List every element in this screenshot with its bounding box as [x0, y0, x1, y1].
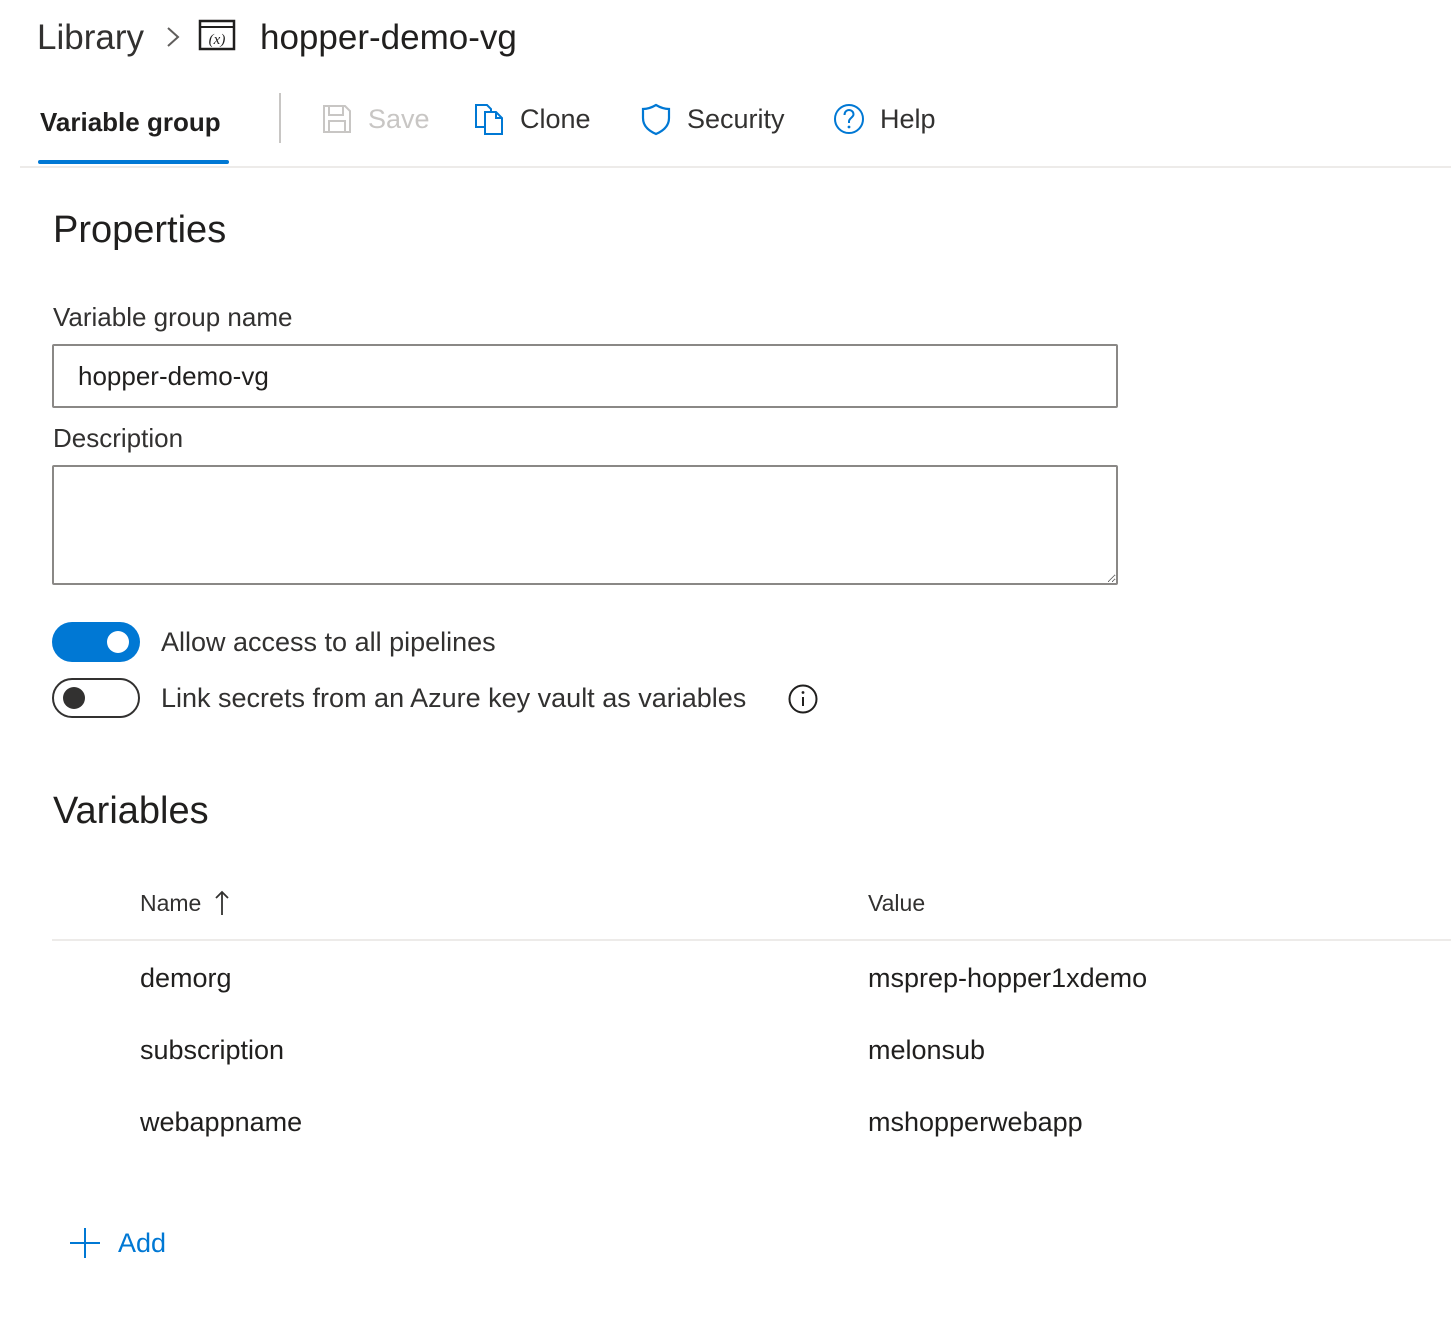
table-row[interactable]: subscription melonsub [52, 1013, 1451, 1085]
variable-value-cell: melonsub [868, 1035, 986, 1065]
column-header-name[interactable]: Name [140, 888, 231, 918]
save-button-label: Save [368, 104, 430, 134]
variable-group-name-label: Variable group name [53, 302, 293, 332]
variable-value-cell: msprep-hopper1xdemo [868, 963, 1148, 993]
allow-all-pipelines-toggle[interactable] [52, 622, 140, 662]
clone-button[interactable]: Clone [472, 96, 591, 142]
table-row[interactable]: demorg msprep-hopper1xdemo [52, 941, 1451, 1013]
help-icon [834, 104, 864, 134]
help-button[interactable]: Help [832, 96, 936, 142]
allow-all-pipelines-label: Allow access to all pipelines [161, 627, 496, 657]
variable-name-cell: webappname [140, 1107, 303, 1137]
column-header-value: Value [868, 890, 926, 916]
save-button[interactable]: Save [320, 96, 430, 142]
toolbar-divider-line [20, 166, 1451, 168]
properties-heading: Properties [53, 209, 227, 251]
clone-icon [475, 104, 503, 135]
add-variable-label: Add [118, 1228, 167, 1258]
tab-variable-group-label: Variable group [40, 107, 221, 137]
chevron-right-icon [167, 27, 180, 47]
plus-icon [70, 1228, 100, 1258]
save-icon [323, 105, 351, 133]
shield-icon [641, 103, 671, 136]
help-button-label: Help [880, 104, 936, 134]
sort-ascending-icon [215, 890, 229, 915]
variable-group-icon: (x) [198, 19, 236, 51]
security-button-label: Security [687, 104, 785, 134]
tab-variable-group[interactable]: Variable group [20, 88, 248, 166]
clone-button-label: Clone [520, 104, 591, 134]
link-keyvault-toggle[interactable] [52, 678, 140, 718]
variable-name-cell: subscription [140, 1035, 285, 1065]
variables-heading: Variables [53, 790, 209, 832]
column-header-name-label: Name [140, 890, 202, 916]
toggle-knob [63, 687, 85, 709]
info-icon[interactable] [787, 683, 819, 715]
variable-name-cell: demorg [140, 963, 232, 993]
toggle-knob [107, 631, 129, 653]
table-row[interactable]: webappname mshopperwebapp [52, 1085, 1451, 1157]
variable-group-name-input[interactable] [52, 344, 1118, 408]
description-textarea[interactable] [52, 465, 1118, 585]
svg-text:(x): (x) [209, 32, 226, 48]
description-label: Description [53, 423, 184, 453]
toolbar-divider [279, 93, 281, 143]
add-variable-button[interactable]: Add [68, 1226, 166, 1260]
page-title: hopper-demo-vg [260, 18, 517, 57]
variable-value-cell: mshopperwebapp [868, 1107, 1083, 1137]
security-button[interactable]: Security [639, 96, 785, 142]
breadcrumb-library-link[interactable]: Library [37, 16, 144, 60]
tab-selected-indicator [38, 160, 229, 164]
link-keyvault-label: Link secrets from an Azure key vault as … [161, 683, 747, 713]
